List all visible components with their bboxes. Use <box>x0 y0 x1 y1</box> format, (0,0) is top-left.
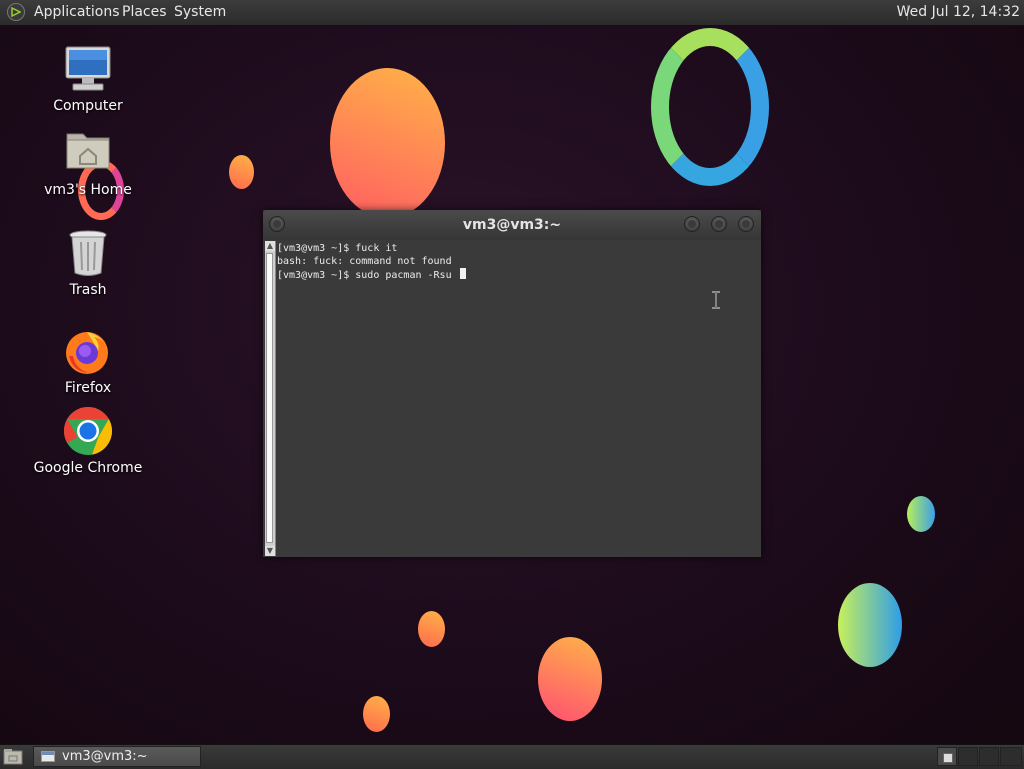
wallpaper-orange-dot-1 <box>229 155 254 189</box>
terminal-line: bash: fuck: command not found <box>277 256 452 267</box>
text-cursor <box>459 268 466 279</box>
top-panel: Applications Places System Wed Jul 12, 1… <box>0 0 1024 26</box>
desktop-icon-label: Trash <box>69 282 107 298</box>
workspace-window-thumb <box>943 753 953 763</box>
terminal-output[interactable]: [vm3@vm3 ~]$ fuck it bash: fuck: command … <box>277 242 757 555</box>
terminal-scrollbar[interactable]: ▲ ▼ <box>265 241 276 556</box>
terminal-line: [vm3@vm3 ~]$ sudo pacman -Rsu <box>277 268 757 282</box>
wallpaper-orange-ellipse-medium <box>538 637 602 721</box>
wallpaper-blue-ellipse <box>838 583 902 667</box>
minimize-button[interactable] <box>684 216 700 232</box>
scrollbar-track[interactable] <box>266 253 273 543</box>
computer-icon <box>63 44 113 94</box>
menu-system[interactable]: System <box>174 4 226 20</box>
terminal-line-text: [vm3@vm3 ~]$ sudo pacman -Rsu <box>277 270 458 281</box>
menu-places[interactable]: Places <box>122 4 167 20</box>
home-folder-icon <box>63 128 113 178</box>
desktop-icon-firefox[interactable]: Firefox <box>30 326 146 396</box>
desktop-icon-home[interactable]: vm3's Home <box>30 128 146 198</box>
desktop-icon-computer[interactable]: Computer <box>30 44 146 114</box>
workspace-3[interactable] <box>979 747 999 766</box>
desktop-icon-chrome[interactable]: Google Chrome <box>30 406 146 476</box>
window-titlebar[interactable]: vm3@vm3:~ <box>263 210 761 240</box>
terminal-window-icon <box>41 751 55 762</box>
wallpaper-ring-large <box>651 28 769 186</box>
chrome-icon <box>63 406 113 456</box>
wallpaper-orange-dot-2 <box>418 611 445 647</box>
workspace-4[interactable] <box>1000 747 1022 766</box>
desktop-icon-label: Google Chrome <box>33 460 143 476</box>
distro-logo-icon[interactable] <box>7 3 25 21</box>
terminal-line: [vm3@vm3 ~]$ fuck it <box>277 243 398 254</box>
trash-icon <box>63 228 113 278</box>
desktop-icon-label: Firefox <box>64 380 112 396</box>
desktop-icon-label: Computer <box>53 98 123 114</box>
desktop-icon-label: vm3's Home <box>44 182 132 198</box>
ibeam-cursor-icon <box>710 291 722 309</box>
terminal-window[interactable]: vm3@vm3:~ ▲ ▼ [vm3@vm3 ~]$ fuck it bash: … <box>263 210 761 557</box>
wallpaper-orange-dot-3 <box>363 696 390 732</box>
taskbar-item-label: vm3@vm3:~ <box>62 749 148 764</box>
workspace-1[interactable] <box>937 747 957 766</box>
desktop[interactable]: Computer vm3's Home Trash Firefox Google… <box>0 0 1024 768</box>
scroll-down-arrow-icon[interactable]: ▼ <box>265 546 275 556</box>
clock[interactable]: Wed Jul 12, 14:32 <box>897 4 1020 20</box>
bottom-panel: vm3@vm3:~ <box>0 744 1024 769</box>
wallpaper-orange-ellipse-large <box>330 68 445 218</box>
firefox-icon <box>63 326 113 376</box>
desktop-icon-trash[interactable]: Trash <box>30 228 146 298</box>
scroll-up-arrow-icon[interactable]: ▲ <box>265 241 275 251</box>
menu-applications[interactable]: Applications <box>34 4 120 20</box>
wallpaper-blue-dot-small <box>907 496 935 532</box>
taskbar-item-terminal[interactable]: vm3@vm3:~ <box>33 746 201 767</box>
workspace-2[interactable] <box>958 747 978 766</box>
show-desktop-button[interactable] <box>3 748 23 765</box>
close-button[interactable] <box>738 216 754 232</box>
maximize-button[interactable] <box>711 216 727 232</box>
